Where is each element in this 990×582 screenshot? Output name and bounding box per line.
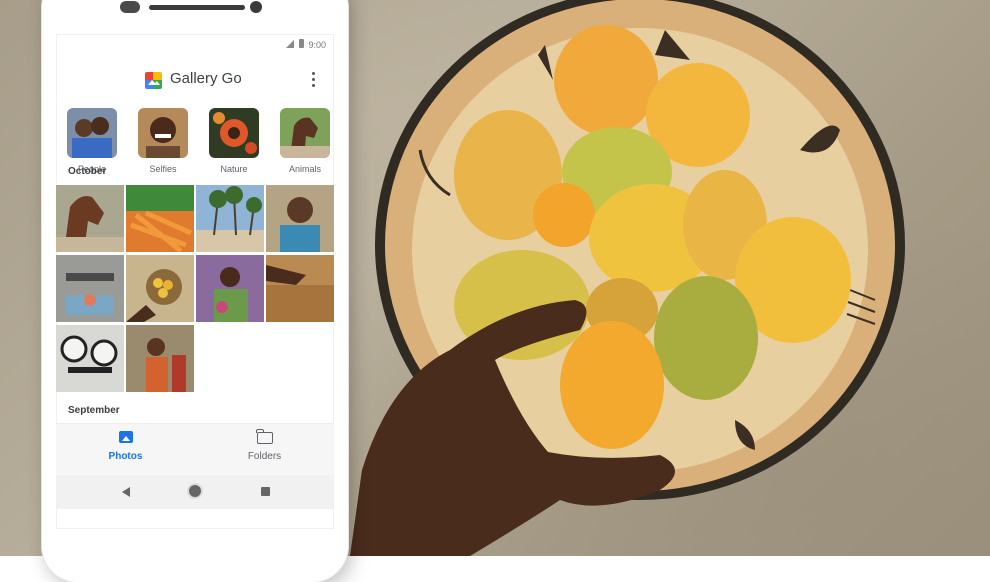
proximity-sensor (120, 1, 140, 13)
animals-thumbnail (280, 108, 330, 158)
status-bar: 9:00 (56, 34, 334, 54)
category-selfies[interactable]: Selfies (132, 108, 194, 174)
app-bar: Gallery Go (56, 62, 334, 98)
recents-icon[interactable] (261, 487, 270, 496)
photo-thumbnail[interactable] (266, 185, 334, 252)
more-vert-icon[interactable] (312, 72, 316, 88)
category-label: Selfies (149, 164, 177, 174)
section-header-october: October (68, 166, 107, 177)
photo-thumbnail[interactable] (266, 255, 334, 322)
nav-photos-label: Photos (108, 451, 143, 462)
photo-thumbnail[interactable] (56, 255, 124, 322)
photo-thumbnail[interactable] (56, 325, 124, 392)
people-thumbnail (67, 108, 117, 158)
front-camera (250, 1, 262, 13)
section-header-september: September (68, 405, 120, 416)
photo-thumbnail[interactable] (56, 185, 124, 252)
back-icon[interactable] (122, 487, 130, 497)
phone-top-bezel (42, 0, 348, 32)
photo-thumbnail[interactable] (196, 255, 264, 322)
phone-device: 9:00 Gallery Go People Selfies Nature An… (42, 0, 348, 582)
phone-screen: 9:00 Gallery Go People Selfies Nature An… (56, 34, 334, 529)
signal-icon (286, 40, 294, 48)
earpiece-speaker (149, 5, 245, 10)
photo-thumbnail[interactable] (126, 255, 194, 322)
nav-folders-label: Folders (247, 451, 282, 462)
folder-icon (256, 429, 273, 444)
system-navigation-bar (56, 475, 334, 509)
category-people[interactable]: People (61, 108, 123, 174)
gallery-go-logo-icon (145, 72, 162, 89)
home-icon[interactable] (189, 485, 201, 497)
selfies-thumbnail (138, 108, 188, 158)
photo-thumbnail[interactable] (126, 325, 194, 392)
photo-thumbnail[interactable] (126, 185, 194, 252)
nav-folders-tab[interactable]: Folders (195, 429, 334, 462)
photos-icon (118, 431, 133, 443)
app-title: Gallery Go (170, 70, 242, 87)
nav-photos-tab[interactable]: Photos (56, 430, 195, 462)
status-time: 9:00 (308, 40, 326, 50)
photo-thumbnail[interactable] (196, 185, 264, 252)
bottom-navigation: Photos Folders (56, 423, 334, 476)
nature-thumbnail (209, 108, 259, 158)
category-label: Animals (288, 164, 321, 174)
category-nature[interactable]: Nature (203, 108, 265, 174)
category-label: Nature (220, 164, 248, 174)
battery-icon (299, 39, 304, 48)
category-animals[interactable]: Animals (274, 108, 334, 174)
